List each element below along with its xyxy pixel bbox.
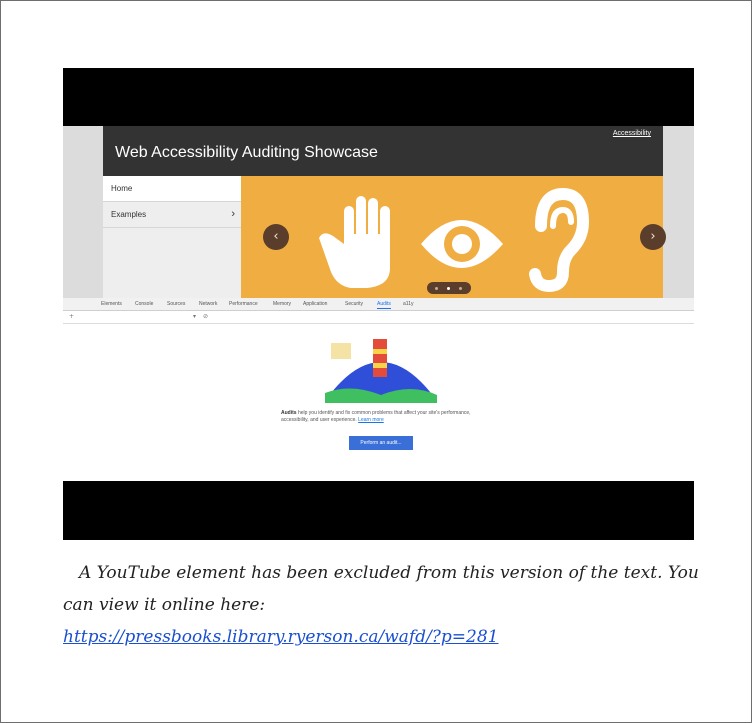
carousel-indicators[interactable] — [427, 282, 471, 294]
devtools-tab-console[interactable]: Console — [135, 301, 153, 307]
ear-icon — [529, 187, 590, 293]
accessibility-link[interactable]: Accessibility — [613, 130, 651, 137]
audits-description: Audits help you identify and fix common … — [281, 410, 481, 424]
devtools-tab-application[interactable]: Application — [303, 301, 327, 307]
carousel-dot-active[interactable] — [447, 287, 450, 290]
dropdown-icon[interactable]: ▾ — [193, 313, 196, 320]
video-link[interactable]: https://pressbooks.library.ryerson.ca/wa… — [63, 621, 703, 653]
devtools-tab-sources[interactable]: Sources — [167, 301, 185, 307]
video-frame: Web Accessibility Auditing Showcase Acce… — [63, 126, 694, 481]
menu-item-examples[interactable]: Examples › — [103, 202, 241, 228]
carousel-dot[interactable] — [459, 287, 462, 290]
devtools-tab-security[interactable]: Security — [345, 301, 363, 307]
learn-more-link[interactable]: Learn more — [358, 417, 384, 423]
video-right-margin — [663, 126, 694, 298]
hand-icon — [319, 196, 390, 288]
carousel-dot[interactable] — [435, 287, 438, 290]
devtools-tab-performance[interactable]: Performance — [229, 301, 258, 307]
caption: A YouTube element has been excluded from… — [63, 557, 703, 653]
devtools-tab-memory[interactable]: Memory — [273, 301, 291, 307]
devtools-tab-bar: Elements Console Sources Network Perform… — [63, 298, 694, 311]
site-header: Web Accessibility Auditing Showcase Acce… — [103, 126, 663, 176]
devtools-tab-audits[interactable]: Audits — [377, 301, 391, 309]
menu-item-label: Home — [111, 184, 133, 193]
carousel-next-button[interactable]: › — [640, 224, 666, 250]
menu-item-home[interactable]: Home — [103, 176, 241, 202]
clear-icon[interactable]: ⊘ — [203, 313, 208, 320]
caption-text: A YouTube element has been excluded from… — [63, 563, 699, 615]
devtools-tab-network[interactable]: Network — [199, 301, 217, 307]
lighthouse-logo — [325, 339, 437, 403]
audits-bold-label: Audits — [281, 410, 297, 416]
eye-icon — [421, 220, 503, 268]
video-left-margin — [63, 126, 103, 298]
site-title: Web Accessibility Auditing Showcase — [115, 144, 378, 161]
side-menu: Home Examples › — [103, 176, 241, 298]
devtools-panel: Elements Console Sources Network Perform… — [63, 298, 694, 481]
hero-carousel — [241, 176, 663, 298]
chevron-right-icon: › — [231, 208, 235, 220]
devtools-tab-a11y[interactable]: a11y — [403, 301, 413, 307]
menu-item-label: Examples — [111, 210, 147, 219]
carousel-prev-button[interactable]: ‹ — [263, 224, 289, 250]
devtools-tab-elements[interactable]: Elements — [101, 301, 122, 307]
youtube-video-thumbnail[interactable]: Web Accessibility Auditing Showcase Acce… — [63, 68, 694, 540]
add-icon[interactable]: + — [69, 313, 74, 320]
perform-audit-button[interactable]: Perform an audit... — [349, 436, 413, 450]
